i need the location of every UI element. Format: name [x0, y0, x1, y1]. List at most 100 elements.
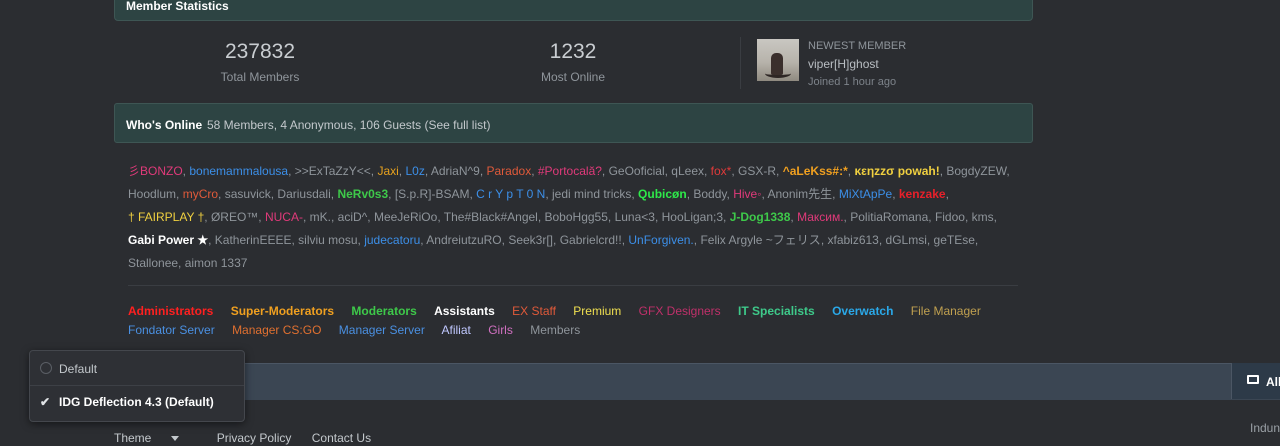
- online-member[interactable]: Stallonee: [128, 256, 178, 270]
- online-member[interactable]: xfabiz613: [827, 233, 878, 247]
- group-legend-item[interactable]: Assistants: [434, 304, 495, 318]
- online-member[interactable]: Hoodlum: [128, 187, 176, 201]
- online-member[interactable]: NeRv0s3: [337, 187, 388, 201]
- most-online-label: Most Online: [540, 70, 606, 84]
- online-member[interactable]: MeeJeRiOo: [374, 210, 437, 224]
- online-member[interactable]: † FAIRPLAY †: [128, 210, 204, 224]
- online-member[interactable]: aciD^: [338, 210, 368, 224]
- online-member[interactable]: dGLmsi: [886, 233, 927, 247]
- all-activity-label: All: [1266, 375, 1280, 389]
- group-legend-item[interactable]: EX Staff: [512, 304, 556, 318]
- online-member[interactable]: bonemammalousa: [189, 164, 288, 178]
- group-legend-item[interactable]: Overwatch: [832, 304, 893, 318]
- group-legend-item[interactable]: Fondator Server: [128, 323, 215, 337]
- online-member[interactable]: aimon 1337: [185, 256, 248, 270]
- contact-us-link[interactable]: Contact Us: [312, 431, 371, 445]
- theme-option-default[interactable]: Default: [40, 362, 97, 376]
- online-member[interactable]: Felix Argyle ~フェリス: [700, 233, 820, 247]
- online-member[interactable]: Fidoo: [935, 210, 965, 224]
- online-member[interactable]: geTEse: [934, 233, 975, 247]
- online-member[interactable]: C r Y p T 0 N: [476, 187, 545, 201]
- online-members-list: 彡BONZO, bonemammalousa, >>ExTaZzY<<, Jax…: [128, 164, 1010, 270]
- whos-online-title: Who's Online: [126, 118, 203, 132]
- online-member[interactable]: [S.p.R]-BSAM: [395, 187, 470, 201]
- group-legend-item[interactable]: Manager Server: [339, 323, 425, 337]
- group-legend-item[interactable]: Administrators: [128, 304, 213, 318]
- online-member[interactable]: GeOoficial: [609, 164, 665, 178]
- privacy-policy-link[interactable]: Privacy Policy: [217, 431, 292, 445]
- online-member[interactable]: HooLigan;3: [662, 210, 723, 224]
- footer-bar: [114, 363, 1280, 400]
- online-member[interactable]: J-Dog1338: [730, 210, 791, 224]
- theme-label: Theme: [114, 431, 152, 445]
- online-member[interactable]: kenzake: [899, 187, 946, 201]
- online-member[interactable]: KatherinEEEE: [215, 233, 292, 247]
- online-member[interactable]: Hive◦: [733, 187, 761, 201]
- group-legend-item[interactable]: Moderators: [351, 304, 416, 318]
- newest-member-name[interactable]: viper[H]ghost: [808, 57, 906, 71]
- online-member[interactable]: Dariusdali: [277, 187, 330, 201]
- group-legend-item[interactable]: Afiliat: [442, 323, 471, 337]
- online-member[interactable]: L0z: [405, 164, 424, 178]
- newest-member-avatar[interactable]: [757, 39, 799, 81]
- online-member[interactable]: UnForgiven.: [628, 233, 693, 247]
- online-member[interactable]: Gabrielcrd!!: [560, 233, 622, 247]
- theme-link[interactable]: Theme: [114, 431, 196, 445]
- theme-option-idg-deflection[interactable]: ✔ IDG Deflection 4.3 (Default): [40, 395, 214, 409]
- online-member[interactable]: Qubicøn: [638, 187, 687, 201]
- group-legend-item[interactable]: File Manager: [911, 304, 981, 318]
- whos-online-summary[interactable]: 58 Members, 4 Anonymous, 106 Guests (See…: [207, 118, 490, 132]
- group-legend-item[interactable]: IT Specialists: [738, 304, 815, 318]
- online-member[interactable]: BogdyZEW: [946, 164, 1006, 178]
- most-online-stat: 1232 Most Online: [483, 40, 663, 84]
- online-member[interactable]: Paradox: [487, 164, 532, 178]
- online-member[interactable]: jedi mind tricks: [552, 187, 631, 201]
- online-member[interactable]: BoboHgg55: [545, 210, 608, 224]
- online-member[interactable]: Boddy: [693, 187, 726, 201]
- group-legend-item[interactable]: GFX Designers: [639, 304, 721, 318]
- member-statistics-body: 237832 Total Members 1232 Most Online NE…: [114, 22, 1033, 98]
- online-member[interactable]: Gabi Power ★: [128, 233, 208, 247]
- online-member[interactable]: #Portocală?: [538, 164, 602, 178]
- theme-option-default-label: Default: [59, 362, 98, 376]
- online-member[interactable]: silviu mosu: [298, 233, 357, 247]
- group-legend-item[interactable]: Members: [530, 323, 580, 337]
- newest-member-info: NEWEST MEMBER viper[H]ghost Joined 1 hou…: [808, 40, 906, 88]
- online-member[interactable]: Anonim先生: [767, 187, 832, 201]
- group-legend-item[interactable]: Super-Moderators: [231, 304, 334, 318]
- members-divider: [128, 285, 1018, 286]
- online-member[interactable]: MiXtApPe: [839, 187, 892, 201]
- online-member[interactable]: Максим.: [797, 210, 843, 224]
- online-member[interactable]: kms: [972, 210, 994, 224]
- online-member[interactable]: AdriaN^9: [431, 164, 480, 178]
- online-member[interactable]: judecatoru: [364, 233, 420, 247]
- checkmark-icon: ✔: [40, 395, 51, 409]
- group-legend-item[interactable]: Premium: [573, 304, 621, 318]
- online-member[interactable]: AndreiutzuRO: [426, 233, 501, 247]
- online-member[interactable]: qLeex: [671, 164, 704, 178]
- online-member[interactable]: myCro: [183, 187, 218, 201]
- stats-divider: [740, 37, 741, 89]
- online-member[interactable]: 彡BONZO: [128, 164, 183, 178]
- online-member[interactable]: mK.: [310, 210, 331, 224]
- group-legend-item[interactable]: Manager CS:GO: [232, 323, 321, 337]
- online-member[interactable]: Seek3r[]: [508, 233, 553, 247]
- online-member[interactable]: The#Black#Angel: [444, 210, 538, 224]
- whos-online-header: Who's Online 58 Members, 4 Anonymous, 10…: [114, 103, 1033, 143]
- group-legend-item[interactable]: Girls: [488, 323, 513, 337]
- all-activity-button[interactable]: All: [1231, 363, 1280, 399]
- total-members-label: Total Members: [220, 70, 300, 84]
- most-online-value: 1232: [549, 40, 597, 63]
- online-member[interactable]: PolitiaRomana: [850, 210, 928, 224]
- online-member[interactable]: ^aLeKss#:*: [783, 164, 848, 178]
- online-member[interactable]: Luna<3: [615, 210, 655, 224]
- online-member[interactable]: GSX-R: [738, 164, 776, 178]
- online-member[interactable]: κεηzzσ powah!: [854, 164, 939, 178]
- online-member[interactable]: >>ExTaZzY<<: [295, 164, 371, 178]
- online-member[interactable]: sasuvick: [225, 187, 271, 201]
- group-legend: Administrators Super-Moderators Moderato…: [128, 302, 1018, 340]
- online-member[interactable]: ØREO™: [211, 210, 258, 224]
- online-member[interactable]: fox*: [711, 164, 732, 178]
- online-member[interactable]: Jaxi: [377, 164, 398, 178]
- online-member[interactable]: NUCA-: [265, 210, 303, 224]
